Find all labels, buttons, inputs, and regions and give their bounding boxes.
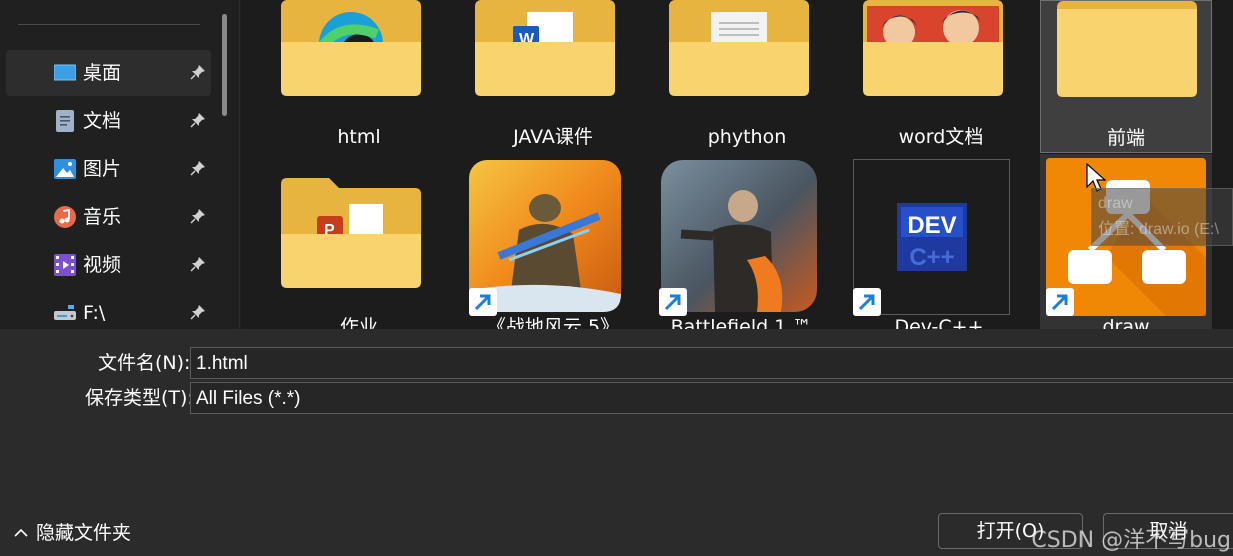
file-name: html [337,126,381,148]
folder-word-icon: W [475,0,615,96]
tooltip-location: 位置: draw.io (E:\ [1098,221,1219,238]
nav-divider [18,24,200,25]
nav-item-desktop[interactable]: 桌面 [6,50,211,96]
nav-item-documents[interactable]: 文档 [6,98,211,144]
file-name: phython [707,126,787,148]
videos-icon [54,254,76,276]
nav-item-label: F:\ [83,302,106,324]
pictures-icon [54,158,76,180]
shortcut-item-battlefield-5[interactable]: 《战地风云 5》 [467,160,639,329]
file-name: draw [1102,316,1150,329]
drive-icon [54,302,76,324]
pin-icon[interactable] [190,64,206,80]
file-grid: html W JAVA课件 phython word文档 前端 P 作业 《战地… [241,0,1233,329]
nav-item-pictures[interactable]: 图片 [6,146,211,192]
tooltip-title: draw [1098,195,1133,212]
desktop-icon [54,62,76,84]
devcpp-logo-top: DEV [907,212,956,239]
nav-item-label: 视频 [83,254,122,276]
dialog-footer: 文件名(N): 1.html 保存类型(T): All Files (*.*) … [0,329,1233,556]
nav-item-drive-f[interactable]: F:\ [6,290,211,329]
pin-icon[interactable] [190,304,206,320]
folder-anime-icon [863,0,1003,96]
filetype-value: All Files (*.*) [196,388,301,409]
folder-icon [1057,1,1197,97]
filetype-select[interactable]: All Files (*.*) [190,382,1233,414]
pin-icon[interactable] [190,208,206,224]
shortcut-arrow-icon [1046,288,1074,316]
pin-icon[interactable] [190,160,206,176]
shortcut-item-devcpp[interactable]: DEV C++ Dev-C++ [853,159,1025,329]
filename-value: 1.html [196,353,248,374]
file-name: Dev-C++ [894,316,984,329]
nav-scrollbar[interactable] [222,14,227,116]
navigation-pane: 桌面 文档 图片 音乐 视频 F:\ [0,0,240,329]
nav-item-label: 图片 [83,158,122,180]
filename-field[interactable]: 1.html [190,347,1233,379]
shortcut-arrow-icon [659,288,687,316]
music-icon [54,206,76,228]
nav-item-label: 音乐 [83,206,122,228]
folder-item-homework[interactable]: P 作业 [273,160,445,329]
folder-item-phython[interactable]: phython [661,0,833,152]
shortcut-arrow-icon [853,288,881,316]
chevron-up-icon [14,528,28,537]
nav-item-music[interactable]: 音乐 [6,194,211,240]
file-name: 作业 [339,316,378,329]
filetype-label: 保存类型(T): [85,387,194,409]
nav-item-label: 文档 [83,110,122,132]
pin-icon[interactable] [190,112,206,128]
filename-label: 文件名(N): [98,352,191,374]
file-name: 前端 [1106,127,1145,149]
shortcut-item-battlefield-1[interactable]: Battlefield 1 ™ [655,160,827,329]
file-name: 《战地风云 5》 [486,316,620,329]
folder-item-java[interactable]: W JAVA课件 [467,0,639,152]
hide-folders-label: 隐藏文件夹 [36,522,132,544]
devcpp-logo-bottom: C++ [909,244,954,271]
folder-edge-icon [281,0,421,96]
folder-item-frontend[interactable]: 前端 [1040,0,1212,153]
folder-document-icon [669,0,809,96]
shortcut-arrow-icon [469,288,497,316]
nav-item-label: 桌面 [83,62,122,84]
file-name: JAVA课件 [513,126,593,148]
file-name: word文档 [898,126,984,148]
pin-icon[interactable] [190,256,206,272]
hide-folders-toggle[interactable]: 隐藏文件夹 [14,522,131,544]
nav-item-videos[interactable]: 视频 [6,242,211,288]
watermark: CSDN @洋不写bug [1031,528,1231,553]
folder-item-html[interactable]: html [273,0,445,152]
devcpp-logo-icon: DEV C++ [897,203,967,271]
file-tooltip: draw 位置: draw.io (E:\ [1091,188,1233,246]
folder-item-word[interactable]: word文档 [855,0,1027,152]
file-name: Battlefield 1 ™ [670,316,812,329]
folder-powerpoint-icon: P [281,178,421,288]
documents-icon [54,110,76,132]
